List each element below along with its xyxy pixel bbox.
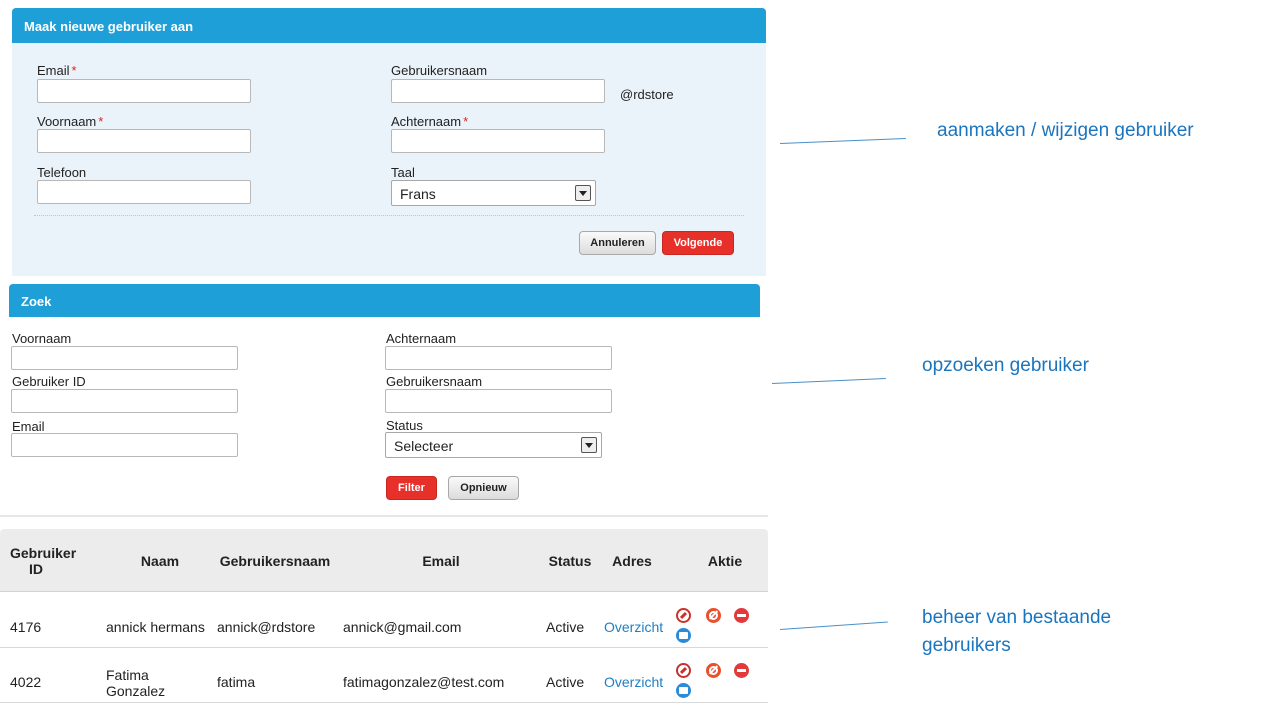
search-gebruiker-id-input[interactable] — [11, 389, 238, 413]
create-gebruikersnaam-input[interactable] — [391, 79, 605, 103]
search-achternaam-input[interactable] — [385, 346, 612, 370]
annotation-line-create — [779, 137, 906, 144]
cell-id: 4176 — [10, 619, 42, 635]
next-button[interactable]: Volgende — [662, 231, 734, 255]
search-gebruikersnaam-input[interactable] — [385, 389, 612, 413]
search-email-input[interactable] — [11, 433, 238, 457]
taal-select[interactable]: Frans — [391, 180, 596, 206]
cancel-button[interactable]: Annuleren — [579, 231, 656, 255]
status-selected-value: Selecteer — [394, 438, 454, 454]
cell-email: fatimagonzalez@test.com — [343, 674, 505, 690]
remove-icon[interactable] — [734, 608, 749, 623]
achternaam-label: Achternaam * — [391, 114, 469, 129]
block-icon[interactable] — [706, 663, 721, 678]
create-email-input[interactable] — [37, 79, 251, 103]
chevron-down-icon[interactable] — [581, 437, 597, 453]
col-aktie: Aktie — [707, 553, 743, 569]
email-label: Email * — [37, 63, 77, 78]
taal-selected-value: Frans — [400, 186, 436, 202]
required-mark: * — [98, 114, 104, 129]
cell-gebruikersnaam: annick@rdstore — [217, 619, 316, 635]
form-divider — [34, 215, 744, 216]
table-header: Gebruiker ID Naam Gebruikersnaam Email S… — [0, 529, 768, 592]
create-achternaam-input[interactable] — [391, 129, 605, 153]
table-row: 4176 annick hermans annick@rdstore annic… — [0, 595, 768, 648]
required-mark: * — [463, 114, 469, 129]
mail-icon[interactable] — [676, 683, 691, 698]
annotation-line-search — [771, 378, 886, 384]
annotation-create: aanmaken / wijzigen gebruiker — [937, 120, 1194, 141]
edit-icon[interactable] — [676, 608, 691, 623]
remove-icon[interactable] — [734, 663, 749, 678]
taal-label: Taal — [391, 165, 415, 180]
search-panel-title: Zoek — [9, 284, 760, 317]
reset-button[interactable]: Opnieuw — [448, 476, 519, 500]
col-email: Email — [422, 553, 460, 569]
create-telefoon-input[interactable] — [37, 180, 251, 204]
cell-naam: Fatima Gonzalez — [106, 667, 166, 699]
cell-gebruikersnaam: fatima — [217, 674, 256, 690]
create-user-panel: Maak nieuwe gebruiker aan Email * Voornaa… — [12, 8, 766, 276]
block-icon[interactable] — [706, 608, 721, 623]
username-suffix: @rdstore — [620, 87, 674, 102]
col-naam: Naam — [140, 553, 180, 569]
search-achternaam-label: Achternaam — [386, 331, 457, 346]
annotation-search: opzoeken gebruiker — [922, 355, 1089, 376]
overzicht-link[interactable]: Overzicht — [604, 674, 663, 690]
voornaam-label: Voornaam * — [37, 114, 104, 129]
search-voornaam-label: Voornaam — [12, 331, 72, 346]
status-select[interactable]: Selecteer — [385, 432, 602, 458]
telefoon-label: Telefoon — [37, 165, 87, 180]
search-gebruikersnaam-label: Gebruikersnaam — [386, 374, 483, 389]
cell-id: 4022 — [10, 674, 42, 690]
gebruikersnaam-label: Gebruikersnaam — [391, 63, 488, 78]
create-user-title: Maak nieuwe gebruiker aan — [12, 8, 766, 43]
users-table: Gebruiker ID Naam Gebruikersnaam Email S… — [0, 529, 768, 722]
annotation-line-manage — [779, 621, 888, 630]
chevron-down-icon[interactable] — [575, 185, 591, 201]
required-mark: * — [71, 63, 77, 78]
cell-email: annick@gmail.com — [343, 619, 462, 635]
table-row: 4022 Fatima Gonzalez fatima fatimagonzal… — [0, 650, 768, 703]
search-gebruiker-id-label: Gebruiker ID — [12, 374, 86, 389]
section-separator — [0, 515, 768, 517]
cell-naam: annick hermans — [106, 619, 205, 635]
mail-icon[interactable] — [676, 628, 691, 643]
create-voornaam-input[interactable] — [37, 129, 251, 153]
col-adres: Adres — [612, 553, 652, 569]
overzicht-link[interactable]: Overzicht — [604, 619, 663, 635]
search-status-label: Status — [386, 418, 423, 433]
search-voornaam-input[interactable] — [11, 346, 238, 370]
col-status: Status — [548, 553, 592, 569]
col-gebruiker-id: Gebruiker ID — [10, 545, 77, 577]
search-email-label: Email — [12, 419, 45, 434]
annotation-manage: beheer van bestaande gebruikers — [922, 607, 1112, 656]
cell-status: Active — [546, 674, 585, 690]
edit-icon[interactable] — [676, 663, 691, 678]
col-gebruikersnaam: Gebruikersnaam — [219, 553, 331, 569]
cell-status: Active — [546, 619, 585, 635]
filter-button[interactable]: Filter — [386, 476, 437, 500]
